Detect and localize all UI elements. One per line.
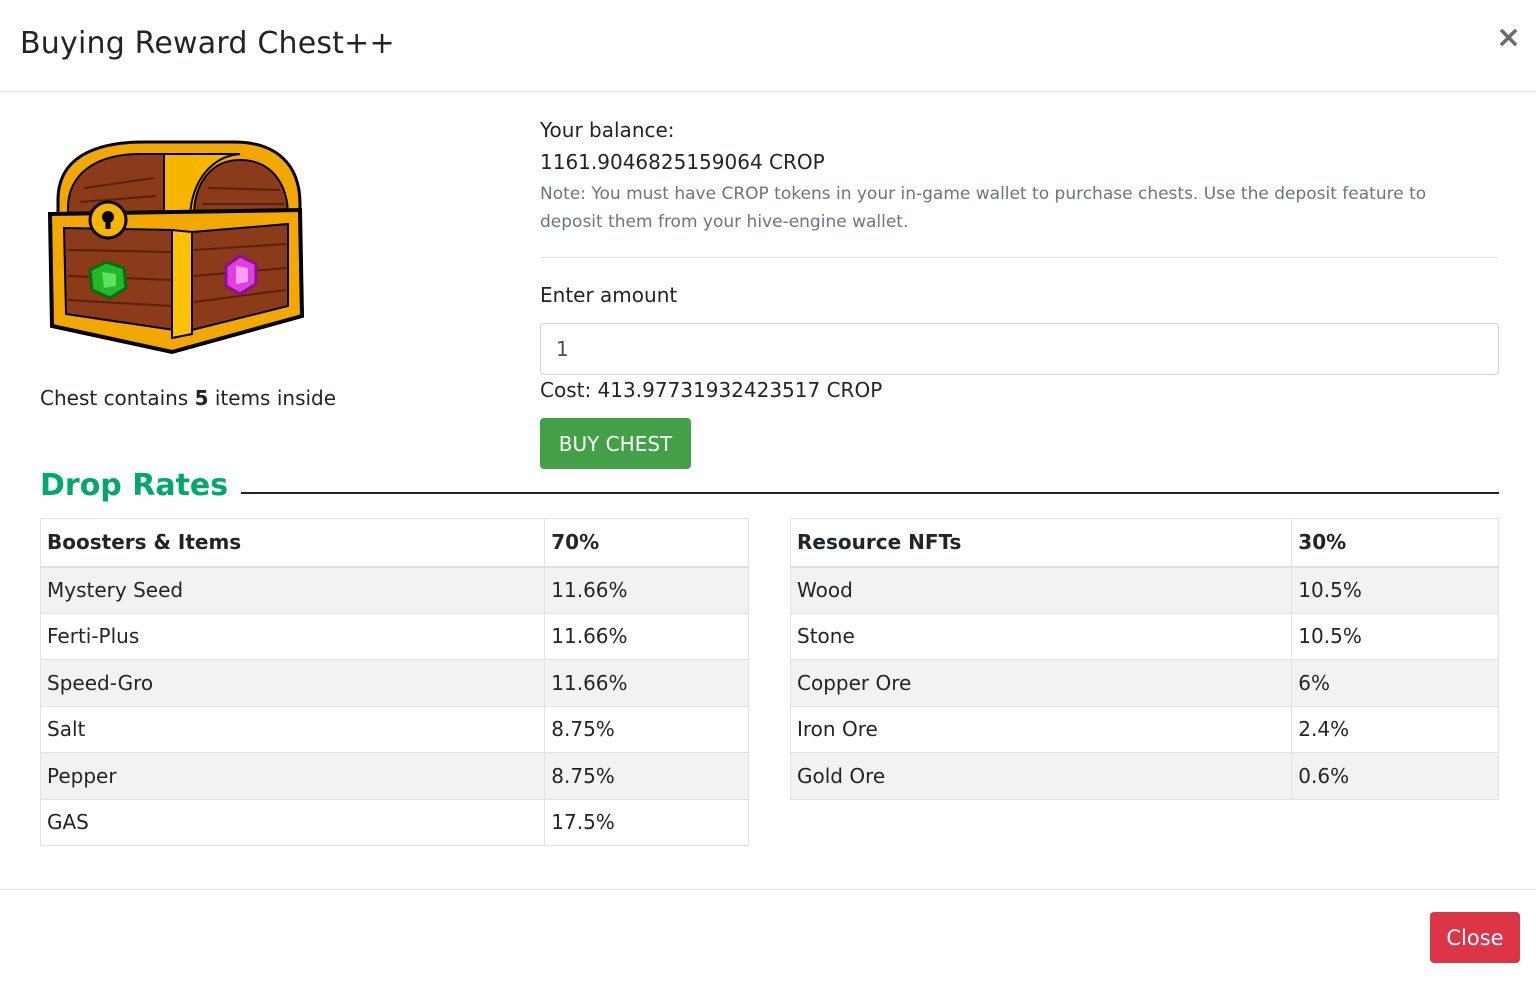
cost-text: Cost: 413.97731932423517 CROP [540, 378, 883, 402]
modal-header: Buying Reward Chest++ × [0, 0, 1536, 92]
table-row: Wood 10.5% [789, 566, 1499, 614]
boosters-header-pct: 70% [544, 518, 749, 568]
table-row: Speed-Gro 11.66% [39, 659, 749, 707]
item-name: Ferti-Plus [39, 612, 546, 660]
item-name: Wood [789, 566, 1293, 614]
modal-footer-divider [0, 889, 1536, 890]
item-name: Copper Ore [789, 659, 1293, 707]
divider [540, 257, 1498, 258]
item-pct: 17.5% [544, 798, 749, 846]
caption-suffix: items inside [208, 386, 337, 410]
table-row: Ferti-Plus 11.66% [39, 612, 749, 660]
item-pct: 11.66% [544, 612, 749, 660]
item-pct: 10.5% [1291, 566, 1499, 614]
amount-input[interactable] [540, 323, 1499, 375]
close-button[interactable]: Close [1430, 912, 1520, 963]
item-pct: 8.75% [544, 752, 749, 800]
table-row: GAS 17.5% [39, 798, 749, 846]
item-name: Stone [789, 612, 1293, 660]
buy-chest-modal: Buying Reward Chest++ × Chest contains 5… [0, 0, 1536, 982]
balance-label: Your balance: [540, 118, 675, 142]
item-name: Mystery Seed [39, 566, 546, 614]
table-row: Iron Ore 2.4% [789, 705, 1499, 753]
resources-header-pct: 30% [1291, 518, 1499, 568]
item-pct: 11.66% [544, 659, 749, 707]
item-name: Pepper [39, 752, 546, 800]
item-name: GAS [39, 798, 546, 846]
boosters-header-name: Boosters & Items [39, 518, 546, 568]
table-row: Gold Ore 0.6% [789, 752, 1499, 800]
close-icon[interactable]: × [1496, 22, 1521, 54]
buy-chest-button[interactable]: BUY CHEST [540, 418, 691, 469]
item-name: Speed-Gro [39, 659, 546, 707]
drop-rates-rule [241, 492, 1499, 494]
table-header-row: Resource NFTs 30% [789, 518, 1499, 568]
table-header-row: Boosters & Items 70% [39, 518, 749, 568]
amount-label: Enter amount [540, 283, 678, 307]
table-row: Salt 8.75% [39, 705, 749, 753]
item-pct: 0.6% [1291, 752, 1499, 800]
item-pct: 2.4% [1291, 705, 1499, 753]
item-name: Iron Ore [789, 705, 1293, 753]
item-pct: 8.75% [544, 705, 749, 753]
chest-item-count: 5 [194, 386, 209, 410]
resources-header-name: Resource NFTs [789, 518, 1293, 568]
table-row: Pepper 8.75% [39, 752, 749, 800]
item-pct: 10.5% [1291, 612, 1499, 660]
boosters-table: Boosters & Items 70% Mystery Seed 11.66% … [39, 518, 749, 846]
drop-rates-title: Drop Rates [40, 468, 229, 503]
table-row: Mystery Seed 11.66% [39, 566, 749, 614]
resources-table: Resource NFTs 30% Wood 10.5% Stone 10.5% C… [789, 518, 1499, 800]
caption-prefix: Chest contains [40, 386, 195, 410]
chest-contents-caption: Chest contains 5 items inside [40, 386, 336, 410]
treasure-chest-image [47, 140, 305, 355]
item-pct: 6% [1291, 659, 1499, 707]
item-name: Salt [39, 705, 546, 753]
table-row: Stone 10.5% [789, 612, 1499, 660]
table-row: Copper Ore 6% [789, 659, 1499, 707]
deposit-note: Note: You must have CROP tokens in your … [540, 184, 1427, 232]
item-pct: 11.66% [544, 566, 749, 614]
item-name: Gold Ore [789, 752, 1293, 800]
modal-title: Buying Reward Chest++ [20, 26, 395, 61]
balance-value: 1161.9046825159064 CROP [540, 150, 825, 174]
